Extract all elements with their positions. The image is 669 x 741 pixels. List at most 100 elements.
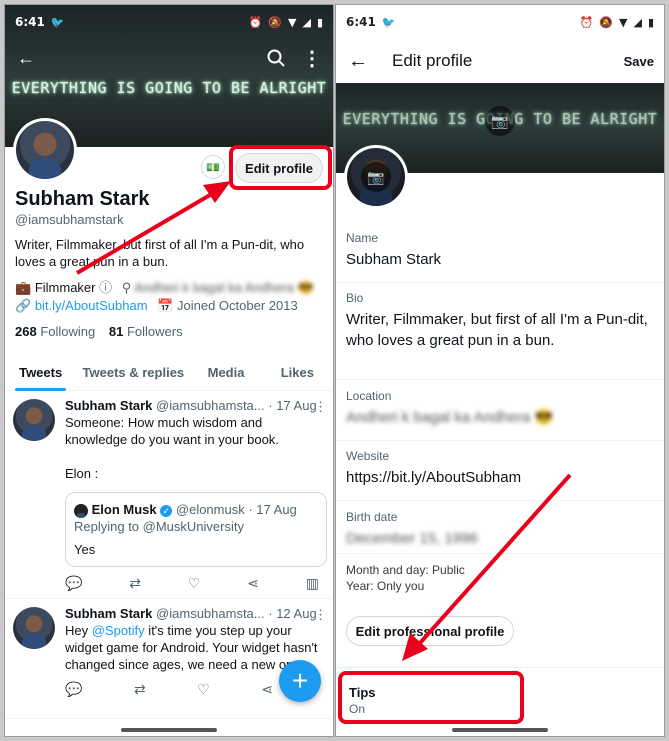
- quote-author: Elon Musk: [91, 502, 157, 517]
- twitter-bird-icon: 🐦: [381, 15, 396, 29]
- analytics-icon[interactable]: ▥: [306, 575, 319, 592]
- reply-icon[interactable]: 💬: [65, 575, 82, 592]
- bio-value: Writer, Filmmaker, but first of all I'm …: [346, 311, 648, 349]
- tweet-actions: 💬 ⇄ ♡ ⋖ ▥: [65, 575, 319, 592]
- quote-date: · 17 Aug: [248, 502, 297, 517]
- status-time: 6:41: [346, 15, 376, 29]
- website-link[interactable]: bit.ly/AboutSubham: [35, 298, 148, 313]
- tweet-avatar[interactable]: [13, 399, 55, 441]
- profession-row: 💼 Filmmaker ⓘ ⚲ Andheri k bagal ka Andhe…: [15, 277, 314, 296]
- status-bar: 6:41 🐦 ⏰ 🔕 ▼ ◢ ▮: [5, 5, 333, 39]
- location-pin-icon: ⚲: [121, 280, 132, 295]
- tweet-date: · 12 Aug: [268, 606, 317, 621]
- mute-icon: 🔕: [268, 15, 282, 29]
- compose-tweet-button[interactable]: +: [279, 660, 321, 702]
- tweet-item[interactable]: Subham Stark @iamsubhamsta... · 17 Aug S…: [5, 391, 333, 599]
- name-value: Subham Stark: [346, 251, 442, 268]
- following-link[interactable]: 268 Following: [15, 324, 95, 339]
- joined-date: Joined October 2013: [176, 298, 298, 313]
- edit-profile-header: ← Edit profile Save: [336, 39, 664, 83]
- reply-icon[interactable]: 💬: [65, 681, 82, 698]
- quoted-tweet[interactable]: Elon Musk ✓ @elonmusk · 17 Aug Replying …: [65, 492, 327, 567]
- status-time: 6:41: [15, 15, 45, 29]
- status-icons: ⏰ 🔕 ▼ ◢ ▮: [580, 16, 654, 29]
- name-label: Name: [346, 231, 379, 245]
- bio-text: Writer, Filmmaker, but first of all I'm …: [15, 237, 305, 269]
- verified-badge-icon: ✓: [160, 504, 173, 517]
- avatar[interactable]: [13, 118, 77, 182]
- status-icons: ⏰ 🔕 ▼ ◢ ▮: [249, 16, 323, 29]
- divider: [336, 379, 664, 380]
- display-name: Subham Stark: [15, 188, 150, 210]
- add-banner-photo-icon[interactable]: 📷: [485, 106, 515, 136]
- share-icon[interactable]: ⋖: [261, 681, 273, 698]
- retweet-icon[interactable]: ⇄: [134, 681, 146, 698]
- birth-date-label: Birth date: [346, 510, 398, 524]
- mute-icon: 🔕: [599, 15, 613, 29]
- more-options-icon[interactable]: ⋮: [297, 43, 327, 73]
- tweet-text: Someone: How much wisdom and knowledge d…: [65, 415, 279, 447]
- tweet-handle: @iamsubhamsta...: [156, 398, 265, 413]
- tweet-more-icon[interactable]: ⋮: [314, 607, 327, 623]
- search-icon[interactable]: [261, 43, 291, 73]
- like-icon[interactable]: ♡: [188, 575, 201, 592]
- wifi-icon: ▼: [288, 15, 297, 29]
- tab-likes[interactable]: Likes: [262, 357, 333, 390]
- followers-link[interactable]: 81 Followers: [109, 324, 183, 339]
- share-icon[interactable]: ⋖: [247, 575, 259, 592]
- name-field[interactable]: Name Subham Stark: [346, 231, 654, 270]
- retweet-icon[interactable]: ⇄: [129, 575, 141, 592]
- tweet-more-icon[interactable]: ⋮: [314, 399, 327, 415]
- banner-neon-text: EVERYTHING IS GOING TO BE ALRIGHT: [11, 79, 327, 97]
- tweet-item[interactable]: Subham Stark @iamsubhamsta... · 12 Aug H…: [5, 599, 333, 719]
- profile-screen: EVERYTHING IS GOING TO BE ALRIGHT 6:41 🐦…: [4, 4, 334, 737]
- bio: Writer, Filmmaker, but first of all I'm …: [15, 236, 315, 270]
- bio-field[interactable]: Bio Writer, Filmmaker, but first of all …: [346, 291, 654, 351]
- gesture-nav-bar[interactable]: [452, 728, 548, 732]
- save-button[interactable]: Save: [624, 54, 654, 69]
- tweet-author: Subham Stark: [65, 606, 153, 621]
- tips-highlight: [338, 671, 524, 724]
- tweet-date: · 17 Aug: [268, 398, 317, 413]
- tab-media[interactable]: Media: [190, 357, 261, 390]
- header-title: Edit profile: [392, 51, 473, 70]
- quote-reply-to: Replying to @MuskUniversity: [74, 519, 244, 534]
- like-icon[interactable]: ♡: [197, 681, 210, 698]
- add-avatar-photo-icon[interactable]: 📷: [361, 162, 391, 192]
- tab-tweets[interactable]: Tweets: [5, 357, 76, 391]
- quote-handle: @elonmusk: [175, 502, 245, 517]
- tweet-avatar[interactable]: [13, 607, 55, 649]
- visibility-month-day: Month and day: Public: [346, 563, 465, 577]
- tweet-text-2: Elon :: [65, 466, 99, 481]
- handle: @iamsubhamstark: [15, 212, 124, 227]
- profession-label: Filmmaker: [34, 280, 96, 295]
- tab-tweets-replies[interactable]: Tweets & replies: [76, 357, 190, 390]
- gesture-nav-bar[interactable]: [121, 728, 217, 732]
- wifi-icon: ▼: [619, 15, 628, 29]
- divider: [336, 667, 664, 668]
- info-icon[interactable]: ⓘ: [99, 280, 112, 295]
- quote-avatar: [74, 503, 88, 518]
- mention-link[interactable]: @Spotify: [92, 623, 145, 638]
- bio-label: Bio: [346, 291, 364, 305]
- edit-profile-screen: 6:41 🐦 ⏰ 🔕 ▼ ◢ ▮ ← Edit profile Save EVE…: [335, 4, 665, 737]
- website-label: Website: [346, 449, 390, 463]
- calendar-icon: 📅: [157, 298, 174, 313]
- battery-icon: ▮: [647, 15, 654, 29]
- divider: [336, 440, 664, 441]
- edit-professional-profile-button[interactable]: Edit professional profile: [346, 616, 514, 646]
- birth-visibility: Month and day: Public Year: Only you: [346, 562, 654, 594]
- back-arrow-icon[interactable]: ←: [11, 43, 41, 73]
- birth-date-field[interactable]: Birth date December 15, 1996: [346, 510, 654, 549]
- alarm-icon: ⏰: [248, 15, 263, 29]
- quote-text: Yes: [74, 542, 96, 557]
- website-value: https://bit.ly/AboutSubham: [346, 469, 522, 486]
- website-field[interactable]: Website https://bit.ly/AboutSubham: [346, 449, 654, 488]
- tip-jar-icon[interactable]: 💵: [201, 155, 225, 179]
- tweet-actions: 💬 ⇄ ♡ ⋖: [65, 681, 273, 698]
- tweet-body: Subham Stark @iamsubhamsta... · 17 Aug S…: [65, 397, 327, 567]
- follow-stats: 268 Following 81 Followers: [15, 324, 183, 339]
- location-field[interactable]: Location Andheri k bagal ka Andhera 😎: [346, 389, 654, 428]
- location-label: Location: [346, 389, 392, 403]
- back-arrow-icon[interactable]: ←: [348, 50, 368, 73]
